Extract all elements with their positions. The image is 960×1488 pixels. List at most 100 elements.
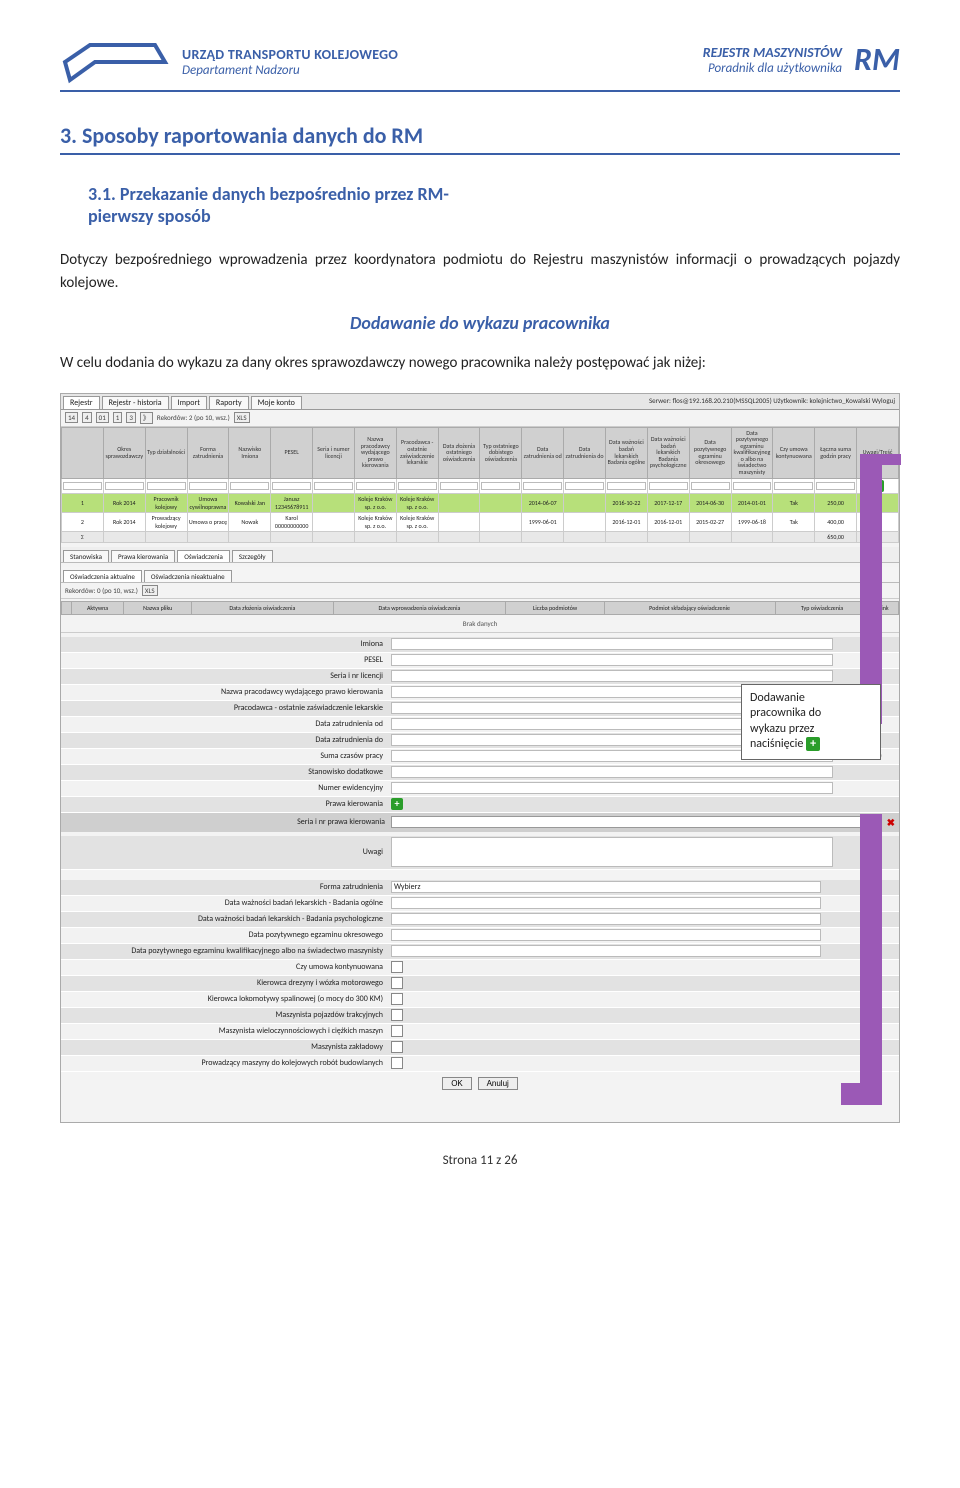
form-row: Stanowisko dodatkowe	[61, 765, 899, 781]
form-row: Forma zatrudnieniaWybierz▾(*)	[61, 880, 899, 896]
subtab-prawa[interactable]: Prawa kierowania	[111, 550, 175, 562]
nav-btn[interactable]: 3	[126, 412, 136, 423]
checkbox[interactable]	[391, 993, 403, 1005]
form-row: Data pozytywnego egzaminu okresowego📅	[61, 928, 899, 944]
nav-btn[interactable]: 14	[65, 412, 78, 423]
filter-cell[interactable]	[145, 478, 187, 493]
filter-cell[interactable]	[522, 478, 564, 493]
calendar-icon[interactable]: 📅	[861, 915, 873, 924]
grid-cell	[313, 493, 355, 512]
xls-btn[interactable]: XLS	[142, 585, 158, 596]
filter-cell[interactable]	[229, 478, 271, 493]
date-input[interactable]	[391, 929, 821, 941]
add-row-icon[interactable]: +	[872, 480, 884, 492]
decl-tab-nieaktualne[interactable]: Oświadczenia nieaktualne	[144, 570, 232, 582]
grid-cell	[480, 493, 522, 512]
text-input[interactable]	[391, 638, 833, 650]
checkbox[interactable]	[391, 1057, 403, 1069]
decl-header-cell	[62, 601, 72, 614]
filter-cell[interactable]	[480, 478, 522, 493]
ok-button[interactable]: OK	[442, 1077, 472, 1090]
form-row: Kierowca drezyny i wózka motorowego(*)	[61, 976, 899, 992]
inline-input[interactable]	[391, 816, 881, 828]
nav-btn[interactable]: 4	[82, 412, 92, 423]
nav-btn[interactable]: 01	[96, 412, 109, 423]
calendar-icon[interactable]: 📅	[861, 931, 873, 940]
grid-header-cell: Data pozytywnego egzaminu kwalifikacyjne…	[731, 427, 773, 478]
text-input[interactable]	[391, 670, 833, 682]
select-input[interactable]: Wybierz	[391, 881, 821, 893]
filter-cell[interactable]	[689, 478, 731, 493]
no-data-label: Brak danych	[61, 615, 899, 633]
text-input[interactable]	[391, 654, 833, 666]
grid-cell: Rok 2014	[103, 512, 145, 531]
logo	[60, 40, 170, 84]
filter-cell[interactable]	[773, 478, 815, 493]
checkbox[interactable]	[391, 977, 403, 989]
plus-icon[interactable]: +	[391, 798, 403, 810]
textarea-input[interactable]	[391, 837, 833, 867]
heading-3: Dodawanie do wykazu pracownika	[60, 312, 900, 334]
filter-cell[interactable]	[731, 478, 773, 493]
form-label: PESEL	[61, 655, 391, 665]
filter-cell[interactable]	[815, 478, 857, 493]
nav-btn[interactable]: 》	[140, 412, 153, 424]
filter-cell[interactable]	[605, 478, 647, 493]
grid-cell: Tak	[773, 493, 815, 512]
grid-sum-cell	[145, 531, 187, 542]
calendar-icon[interactable]: 📅	[861, 947, 873, 956]
filter-cell[interactable]	[438, 478, 480, 493]
filter-cell[interactable]	[103, 478, 145, 493]
checkbox[interactable]	[391, 961, 403, 973]
delete-icon[interactable]: ✖	[887, 816, 895, 829]
form-label: Stanowisko dodatkowe	[61, 767, 391, 777]
decl-toolbar: Rekordów: 0 (po 10, wsz.) XLS	[61, 583, 899, 599]
xls-btn[interactable]: XLS	[234, 412, 250, 423]
chevron-down-icon[interactable]: ▾	[861, 882, 873, 892]
filter-cell[interactable]	[62, 478, 104, 493]
page-header: URZĄD TRANSPORTU KOLEJOWEGO Departament …	[60, 40, 900, 92]
grid-header-cell: Data pozytywnego egzaminu okresowego	[689, 427, 731, 478]
subtab-stanowiska[interactable]: Stanowiska	[63, 550, 109, 562]
nav-btn[interactable]: 1	[113, 412, 123, 423]
plus-icon: +	[806, 737, 820, 751]
filter-cell[interactable]	[187, 478, 229, 493]
grid-header-cell: Uwagi/Treść	[857, 427, 899, 478]
text-input[interactable]	[391, 766, 833, 778]
required-marker: (*)	[873, 994, 899, 1004]
grid-cell: Koleje Kraków sp. z o.o.	[354, 493, 396, 512]
subtab-szczegoly[interactable]: Szczegóły	[232, 550, 273, 562]
grid-header-cell: Pracodawca - ostatnie zaświadczenie leka…	[396, 427, 438, 478]
form-label: Kierowca drezyny i wózka motorowego	[61, 978, 391, 988]
filter-cell[interactable]	[396, 478, 438, 493]
heading-2: 3.1. Przekazanie danych bezpośrednio prz…	[88, 183, 900, 227]
date-input[interactable]	[391, 897, 821, 909]
date-input[interactable]	[391, 945, 821, 957]
tab-import[interactable]: Import	[171, 396, 207, 409]
cancel-button[interactable]: Anuluj	[478, 1077, 518, 1090]
form-label: Suma czasów pracy	[61, 751, 391, 761]
calendar-icon[interactable]: 📅	[861, 899, 873, 908]
text-input[interactable]	[391, 782, 833, 794]
form-label: Data ważności badań lekarskich - Badania…	[61, 914, 391, 924]
grid-cell: Kowalski Jan	[229, 493, 271, 512]
decl-tab-aktualne[interactable]: Oświadczenia aktualne	[63, 570, 142, 582]
checkbox[interactable]	[391, 1009, 403, 1021]
checkbox[interactable]	[391, 1025, 403, 1037]
filter-cell[interactable]	[647, 478, 689, 493]
grid-cell	[480, 512, 522, 531]
filter-cell[interactable]	[313, 478, 355, 493]
tab-raporty[interactable]: Raporty	[209, 396, 249, 409]
date-input[interactable]	[391, 913, 821, 925]
filter-cell[interactable]	[564, 478, 606, 493]
checkbox[interactable]	[391, 1041, 403, 1053]
grid-sum-cell	[773, 531, 815, 542]
filter-cell[interactable]	[354, 478, 396, 493]
filter-cell[interactable]: +	[857, 478, 899, 493]
tab-moje-konto[interactable]: Moje konto	[251, 396, 302, 409]
tab-historia[interactable]: Rejestr - historia	[102, 396, 169, 409]
form-row: Uwagi	[61, 836, 899, 870]
subtab-oswiadczenia[interactable]: Oświadczenia	[177, 550, 230, 562]
tab-rejestr[interactable]: Rejestr	[63, 396, 100, 409]
filter-cell[interactable]	[271, 478, 313, 493]
